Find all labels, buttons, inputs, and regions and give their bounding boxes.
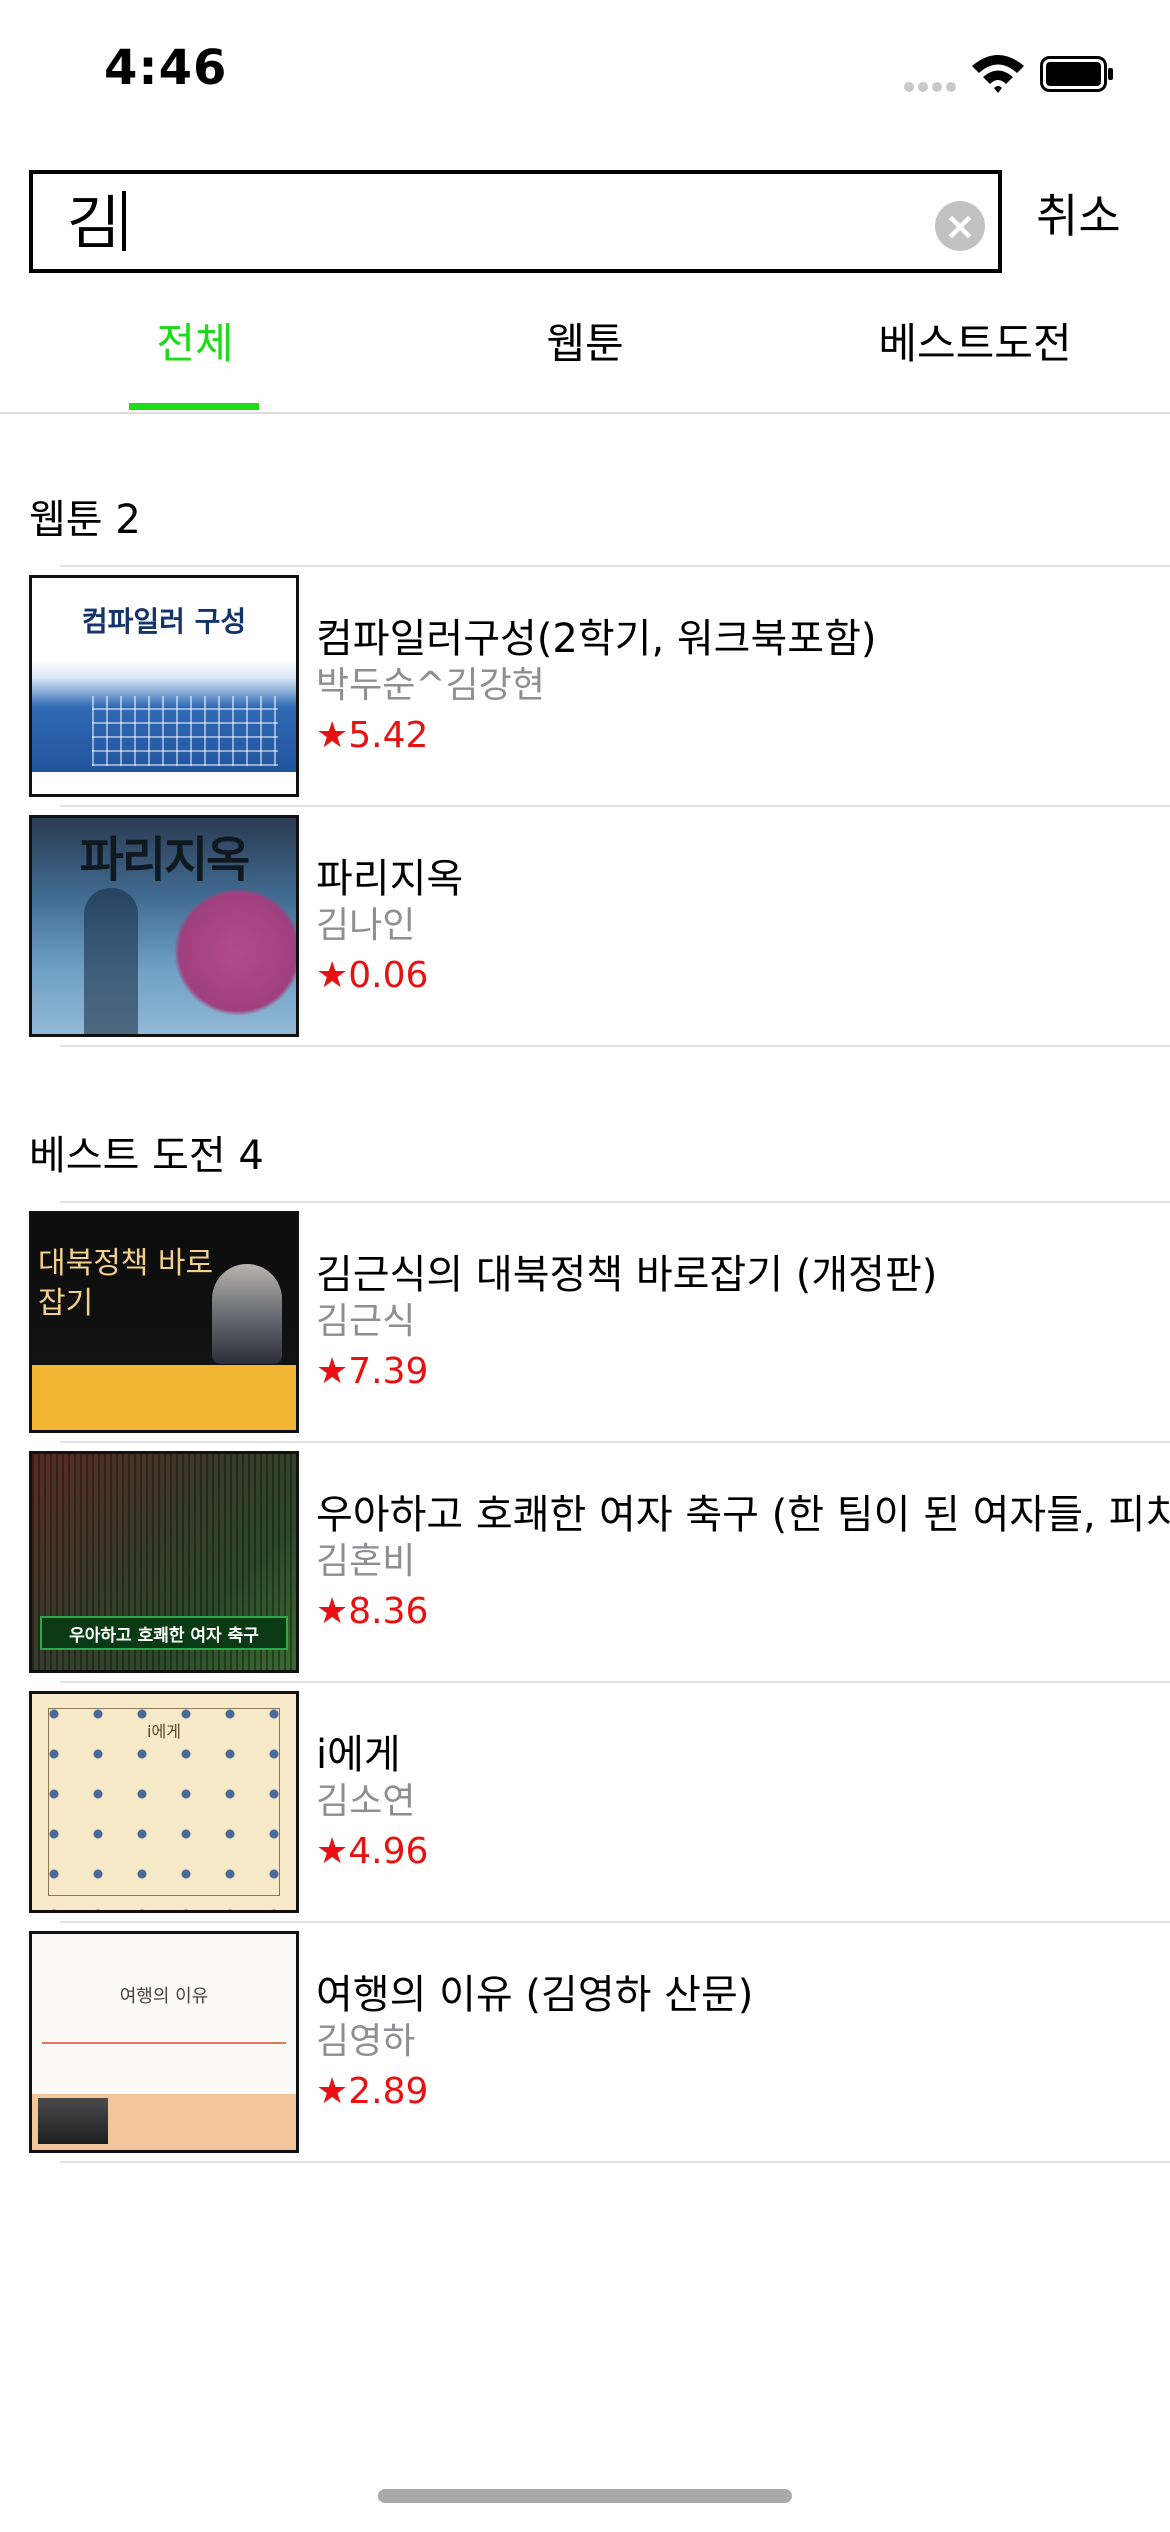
cover-portrait [212, 1264, 282, 1364]
status-bar: 4:46 [0, 0, 1170, 150]
list-item[interactable]: i에게 i에게 김소연 ★4.96 [0, 1683, 1170, 1923]
item-rating: ★5.42 [316, 715, 429, 756]
item-author: 김영하 [316, 2021, 416, 2062]
cover-image: i에게 [29, 1691, 299, 1913]
section-header-best-challenge: 베스트 도전 4 [29, 1133, 264, 1179]
item-rating: ★8.36 [316, 1591, 429, 1632]
item-author: 김혼비 [316, 1541, 416, 1582]
cover-image: 우아하고 호쾌한 여자 축구 [29, 1451, 299, 1673]
item-author: 김소연 [316, 1781, 416, 1822]
item-title: i에게 [316, 1732, 401, 1778]
section-header-webtoon: 웹툰 2 [29, 497, 141, 543]
item-title: 우아하고 호쾌한 여자 축구 (한 팀이 된 여자들, 피치에 [316, 1492, 1170, 1538]
clear-search-icon[interactable]: × [935, 201, 985, 251]
cover-footer [32, 772, 296, 794]
cancel-button[interactable]: 취소 [1036, 186, 1121, 246]
home-indicator [378, 2489, 792, 2503]
cover-image: 대북정책 바로잡기 [29, 1211, 299, 1433]
item-rating: ★2.89 [316, 2071, 429, 2112]
list-item[interactable]: 대북정책 바로잡기 김근식의 대북정책 바로잡기 (개정판) 김근식 ★7.39 [0, 1203, 1170, 1443]
list-item[interactable]: 컴파일러 구성 컴파일러구성(2학기, 워크북포함) 박두순^김강현 ★5.42 [0, 567, 1170, 807]
search-input[interactable]: 김 × [29, 170, 1002, 273]
webtoon-list: 컴파일러 구성 컴파일러구성(2학기, 워크북포함) 박두순^김강현 ★5.42… [0, 567, 1170, 1047]
item-author: 김나인 [316, 905, 416, 946]
item-title: 김근식의 대북정책 바로잡기 (개정판) [316, 1252, 938, 1298]
item-rating: ★4.96 [316, 1831, 429, 1872]
list-item[interactable]: 여행의 이유 여행의 이유 (김영하 산문) 김영하 ★2.89 [0, 1923, 1170, 2163]
cover-image: 파리지옥 [29, 815, 299, 1037]
cover-title: 컴파일러 구성 [81, 605, 247, 638]
cover-image: 여행의 이유 [29, 1931, 299, 2153]
item-rating: ★0.06 [316, 955, 429, 996]
cellular-signal-icon [904, 80, 960, 94]
cover-title: 파리지옥 [79, 832, 251, 888]
battery-icon [1040, 56, 1113, 92]
list-item[interactable]: 파리지옥 파리지옥 김나인 ★0.06 [0, 807, 1170, 1047]
tab-bar: 전체 웹툰 베스트도전 [0, 290, 1170, 414]
cover-photo [38, 2098, 108, 2144]
active-tab-indicator [129, 403, 259, 410]
cover-title: 우아하고 호쾌한 여자 축구 [69, 1626, 259, 1646]
status-time: 4:46 [104, 40, 228, 96]
wifi-icon [972, 55, 1024, 93]
tab-all[interactable]: 전체 [0, 316, 390, 372]
search-query: 김 [67, 189, 121, 257]
tab-best-challenge[interactable]: 베스트도전 [780, 316, 1170, 372]
cover-horizon [42, 2042, 286, 2044]
cover-title: 여행의 이유 [119, 1986, 209, 2007]
item-author: 박두순^김강현 [316, 665, 545, 706]
list-item[interactable]: 우아하고 호쾌한 여자 축구 우아하고 호쾌한 여자 축구 (한 팀이 된 여자… [0, 1443, 1170, 1683]
item-rating: ★7.39 [316, 1351, 429, 1392]
item-author: 김근식 [316, 1301, 416, 1342]
cover-title: i에게 [147, 1722, 181, 1741]
best-challenge-list: 대북정책 바로잡기 김근식의 대북정책 바로잡기 (개정판) 김근식 ★7.39… [0, 1203, 1170, 2163]
item-title: 파리지옥 [316, 856, 464, 902]
cover-image: 컴파일러 구성 [29, 575, 299, 797]
text-cursor [122, 191, 127, 251]
cover-figure [84, 888, 138, 1034]
cover-title: 대북정책 바로잡기 [38, 1246, 214, 1321]
item-title: 여행의 이유 (김영하 산문) [316, 1972, 754, 2018]
cover-grid-pattern [92, 696, 278, 766]
tab-webtoon[interactable]: 웹툰 [390, 316, 780, 372]
item-title: 컴파일러구성(2학기, 워크북포함) [316, 616, 877, 662]
